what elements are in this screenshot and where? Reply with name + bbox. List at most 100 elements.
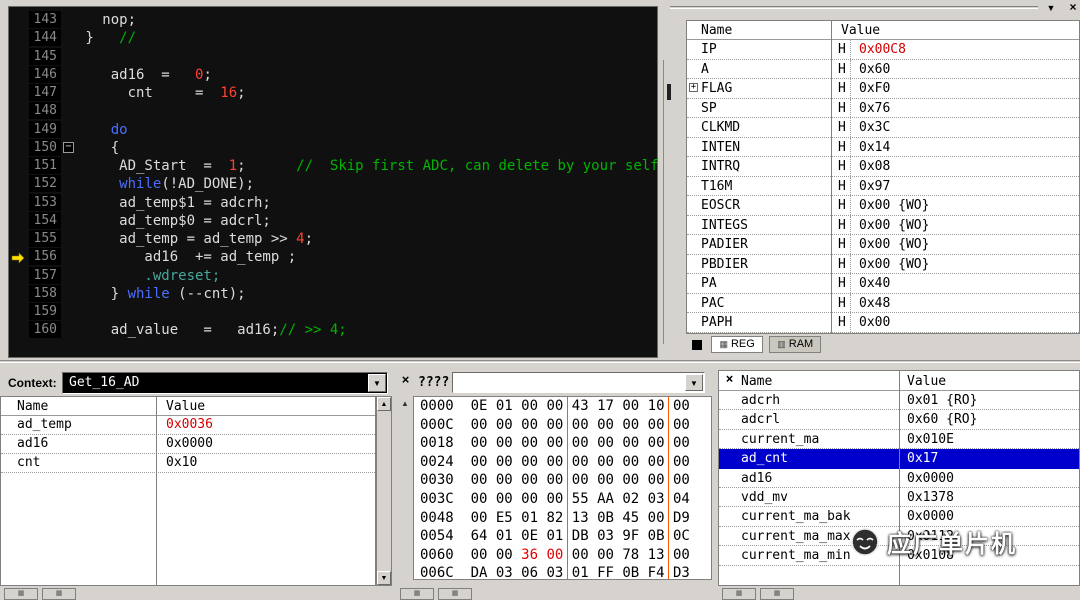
register-row[interactable]: INTEN H 0x14 [687,137,1079,157]
line-number[interactable]: 150 [29,138,61,156]
bottom-tab[interactable]: ▦ [438,588,472,600]
register-row[interactable]: EOSCR H 0x00 {WO} [687,196,1079,216]
line-number[interactable]: 143 [29,11,61,28]
hex-row[interactable]: 0030 00 00 00 00 00 00 00 00 00 [420,471,690,490]
context-combo[interactable]: Get_16_AD ▼ [62,372,388,394]
code-line[interactable]: 144 } // [9,29,657,47]
code-line[interactable]: 156 ad16 += ad_temp ; [9,248,657,266]
locals-row[interactable]: cnt 0x10 [1,454,375,473]
expand-icon[interactable]: + [689,83,698,92]
chevron-down-icon[interactable]: ▼ [1042,1,1060,15]
register-row[interactable]: PA H 0x40 [687,274,1079,294]
hex-row[interactable]: 0000 0E 01 00 00 43 17 00 10 00 [420,397,690,416]
code-line[interactable]: 153 ad_temp$1 = adcrh; [9,193,657,212]
line-number[interactable]: 146 [29,65,61,83]
scroll-up-icon[interactable]: ▲ [377,397,391,411]
memory-address-combo[interactable]: ▼ [452,372,705,393]
register-row[interactable]: PBDIER H 0x00 {WO} [687,254,1079,274]
tab-ram[interactable]: ▥ RAM [769,336,822,353]
code-text: ad16 = 0; [77,66,212,83]
editor-scrollbar-thumb[interactable] [667,84,671,100]
register-row[interactable]: + FLAG H 0xF0 [687,79,1079,99]
register-row[interactable]: IP H 0x00C8 [687,40,1079,60]
toolbar-grip[interactable] [670,6,1038,9]
line-number[interactable]: 152 [29,175,61,193]
hex-byte: 9F [622,528,648,545]
code-line[interactable]: 157 .wdreset; [9,266,657,285]
bottom-tab[interactable]: ▦ [722,588,756,600]
register-row[interactable]: A H 0x60 [687,59,1079,79]
locals-row[interactable]: ad_temp 0x0036 [1,416,375,435]
code-line[interactable]: 149 do [9,120,657,139]
scroll-down-icon[interactable]: ▼ [377,571,391,585]
line-number[interactable]: 159 [29,303,61,320]
bottom-tab[interactable]: ▦ [400,588,434,600]
register-value: 0x48 [859,295,891,311]
line-number[interactable]: 145 [29,47,61,65]
register-row[interactable]: PAC H 0x48 [687,293,1079,313]
hex-byte: 01 [495,398,522,414]
line-number[interactable]: 148 [29,102,61,120]
horizontal-splitter[interactable] [0,360,1080,363]
line-number[interactable]: 160 [29,321,61,339]
code-line[interactable]: 145 [9,47,657,66]
hex-row[interactable]: 0018 00 00 00 00 00 00 00 00 00 [420,434,690,453]
context-combo-dropdown-icon[interactable]: ▼ [368,374,386,392]
line-number[interactable]: 158 [29,284,61,302]
fold-toggle-icon[interactable]: − [63,141,74,153]
code-line[interactable]: 160 ad_value = ad16;// >> 4; [9,321,657,339]
close-icon[interactable]: × [1064,1,1080,15]
variable-value: 0x0036 [166,417,213,432]
bottom-tab[interactable]: ▦ [4,588,38,600]
editor-scrollbar[interactable] [663,60,664,344]
register-row[interactable]: INTRQ H 0x08 [687,157,1079,177]
code-line[interactable]: 152 while(!AD_DONE); [9,175,657,193]
register-row[interactable]: PADIER H 0x00 {WO} [687,235,1079,255]
code-line[interactable]: 158 } while (--cnt); [9,284,657,303]
hex-row[interactable]: 0054 64 01 0E 01 DB 03 9F 0B 0C [420,527,690,546]
code-line[interactable]: 151 AD_Start = 1; // Skip first ADC, can… [9,157,657,175]
memory-hex-view[interactable]: 0000 0E 01 00 00 43 17 00 10 00 000C 00 0… [413,396,712,580]
register-row[interactable]: PAPH H 0x00 [687,313,1079,333]
line-number[interactable]: 153 [29,193,61,211]
code-line[interactable]: 150− { [9,138,657,157]
code-line[interactable]: 143 nop; [9,11,657,29]
hex-row[interactable]: 000C 00 00 00 00 00 00 00 00 00 [420,416,690,435]
register-row[interactable]: CLKMD H 0x3C [687,118,1079,138]
line-number[interactable]: 157 [29,266,61,284]
code-line[interactable]: 155 ad_temp = ad_temp >> 4; [9,230,657,248]
tab-reg[interactable]: ▦ REG [711,336,763,353]
close-icon[interactable]: × [399,373,412,387]
line-number[interactable]: 155 [29,230,61,247]
locals-row[interactable]: ad16 0x0000 [1,435,375,454]
bottom-tab[interactable]: ▦ [42,588,76,600]
dock-square-icon[interactable] [692,340,702,350]
register-row[interactable]: INTEGS H 0x00 {WO} [687,215,1079,235]
code-line[interactable]: 159 [9,303,657,321]
hex-row[interactable]: 003C 00 00 00 00 55 AA 02 03 04 [420,490,690,509]
bottom-tab[interactable]: ▦ [760,588,794,600]
hex-row[interactable]: 0048 00 E5 01 82 13 0B 45 00 D9 [420,509,690,528]
locals-scrollbar[interactable]: ▲ ▼ [376,396,392,586]
hex-row[interactable]: 0060 00 00 36 00 00 00 78 13 00 [420,546,690,565]
line-number[interactable]: 156 [29,248,61,266]
close-icon[interactable]: × [723,373,736,387]
code-line[interactable]: 147 cnt = 16; [9,84,657,102]
register-row[interactable]: SP H 0x76 [687,98,1079,118]
code-line[interactable]: 148 [9,102,657,120]
line-number[interactable]: 154 [29,211,61,229]
code-line[interactable]: 146 ad16 = 0; [9,65,657,84]
code-line[interactable]: 154 ad_temp$0 = adcrl; [9,211,657,230]
hex-row[interactable]: 006C DA 03 06 03 01 FF 0B F4 D3 [420,564,690,579]
register-name: CLKMD [701,120,741,135]
hex-row[interactable]: 0024 00 00 00 00 00 00 00 00 00 [420,453,690,472]
line-number[interactable]: 144 [29,29,61,47]
line-number[interactable]: 147 [29,84,61,101]
line-number[interactable]: 149 [29,120,61,138]
line-number[interactable]: 151 [29,157,61,174]
register-row[interactable]: T16M H 0x97 [687,176,1079,196]
memory-combo-dropdown-icon[interactable]: ▼ [685,374,703,391]
code-editor[interactable]: 143 nop; 144 } //145 146 ad16 = 0; 147 cnt … [8,6,658,358]
scroll-up-icon[interactable]: ▲ [399,398,411,410]
hex-byte: 00 [571,416,598,433]
